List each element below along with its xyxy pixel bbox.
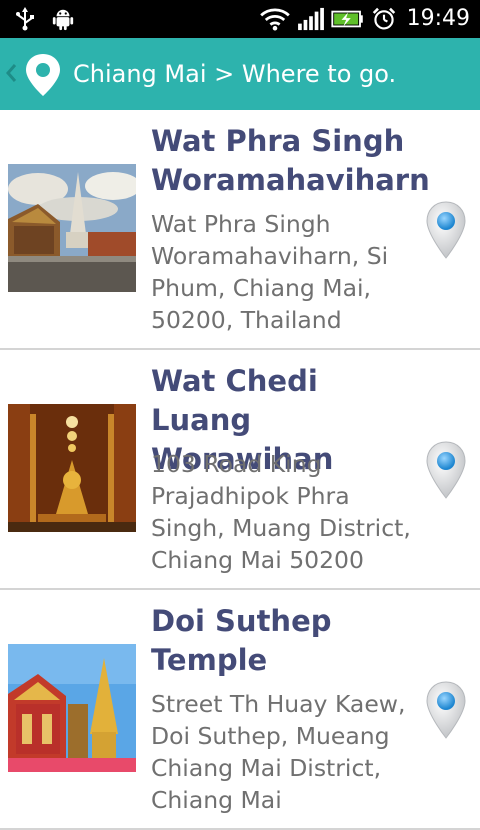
signal-icon (298, 7, 324, 31)
back-chevron-icon[interactable] (4, 58, 18, 88)
map-marker-icon[interactable] (424, 440, 468, 502)
place-address: 103 Road King Prajadhipok Phra Singh, Mu… (151, 450, 411, 574)
page-title: Chiang Mai > Where to go. (73, 60, 397, 88)
status-time: 19:49 (406, 6, 470, 31)
list-item[interactable]: Doi Suthep Temple Street Th Huay Kaew, D… (0, 590, 480, 830)
place-address: Street Th Huay Kaew, Doi Suthep, Mueang … (151, 690, 406, 814)
map-marker-icon[interactable] (424, 200, 468, 262)
place-thumbnail (8, 164, 136, 292)
place-thumbnail (8, 644, 136, 772)
list-item[interactable]: Wat Chedi Luang Worawihan 103 Road King … (0, 350, 480, 590)
usb-icon (16, 7, 34, 31)
wifi-icon (260, 8, 290, 31)
action-bar: Chiang Mai > Where to go. (0, 38, 480, 110)
place-thumbnail (8, 404, 136, 532)
android-debug-icon (52, 9, 74, 31)
place-name: Doi Suthep Temple (151, 604, 332, 677)
place-name: Wat Phra Singh Woramahaviharn (151, 124, 430, 197)
list-item[interactable]: Wat Phra Singh Woramahaviharn Wat Phra S… (0, 110, 480, 350)
battery-charging-icon (331, 10, 363, 28)
alarm-icon (372, 7, 396, 30)
map-marker-icon[interactable] (424, 680, 468, 742)
map-pin-icon[interactable] (24, 52, 62, 98)
status-bar: 19:49 (0, 0, 480, 38)
places-list: Wat Phra Singh Woramahaviharn Wat Phra S… (0, 110, 480, 830)
place-address: Wat Phra Singh Woramahaviharn, Si Phum, … (151, 210, 389, 334)
